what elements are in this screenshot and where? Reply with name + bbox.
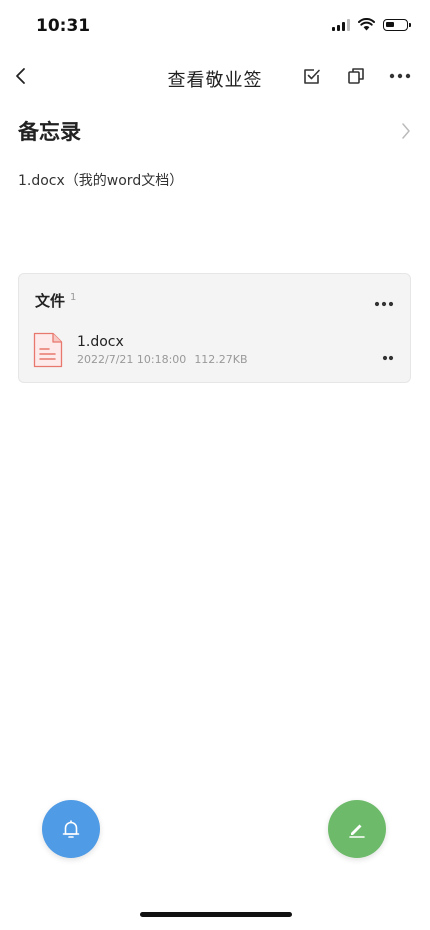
bell-icon: [62, 820, 80, 838]
nav-actions: [300, 64, 412, 88]
memo-category-title: 备忘录: [18, 120, 81, 144]
nav-bar: 查看敬业签: [0, 52, 430, 100]
battery-icon: [383, 18, 411, 31]
file-count: 1: [70, 291, 77, 303]
file-date: 2022/7/21 10:18:00: [77, 353, 187, 366]
copy-icon[interactable]: [344, 64, 368, 88]
more-icon[interactable]: [388, 64, 412, 88]
reminder-button[interactable]: [42, 800, 100, 858]
file-card-header: 文件 1: [35, 290, 76, 311]
home-indicator: [140, 912, 292, 917]
checkbox-icon[interactable]: [300, 64, 324, 88]
status-bar: 10:31: [0, 0, 430, 52]
memo-category-row[interactable]: 备忘录: [18, 116, 412, 148]
signal-icon: [332, 18, 350, 31]
file-card: 文件 1 1.docx 2022/7/21 10:18:00 112.27KB: [18, 273, 411, 383]
memo-content[interactable]: 1.docx（我的word文档）: [18, 170, 183, 190]
status-icons: [332, 18, 411, 31]
chevron-right-icon: [402, 123, 410, 139]
pencil-icon: [349, 824, 365, 838]
document-icon: [33, 332, 63, 368]
file-meta: 2022/7/21 10:18:00 112.27KB: [77, 353, 248, 366]
file-name: 1.docx: [77, 334, 124, 350]
file-list-item[interactable]: 1.docx 2022/7/21 10:18:00 112.27KB: [33, 332, 396, 372]
card-more-icon[interactable]: [374, 292, 394, 311]
file-more-icon[interactable]: [382, 346, 394, 365]
wifi-icon: [358, 18, 375, 31]
file-section-title: 文件: [35, 292, 66, 310]
edit-button[interactable]: [328, 800, 386, 858]
file-size: 112.27KB: [194, 353, 248, 366]
screen: 10:31 查看敬业签 备忘录 1.docx（我的word文档） 文件 1 1.…: [0, 0, 430, 930]
status-time: 10:31: [36, 16, 91, 36]
